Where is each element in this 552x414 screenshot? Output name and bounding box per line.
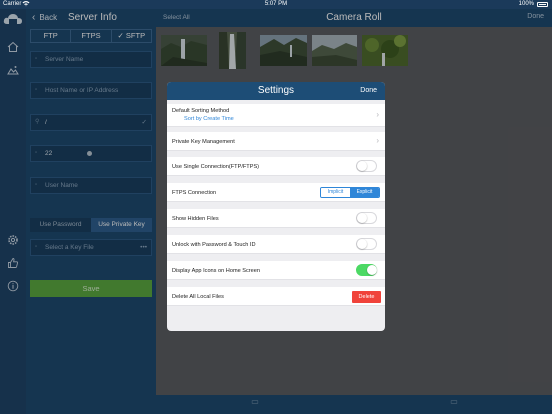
use-password-option[interactable]: Use Password — [30, 218, 91, 232]
auth-method-selector: Use Password Use Private Key — [30, 218, 152, 232]
port-stepper-dot[interactable] — [87, 151, 92, 156]
more-icon[interactable]: ••• — [140, 240, 147, 255]
use-private-key-option[interactable]: Use Private Key — [91, 218, 152, 232]
ftps-explicit-option[interactable]: Explicit — [350, 188, 379, 197]
single-connection-toggle[interactable] — [356, 160, 377, 172]
path-field[interactable]: ⚲ / ✓ — [30, 114, 152, 131]
host-placeholder: Host Name or IP Address — [45, 87, 119, 94]
page-title: Server Info — [68, 12, 117, 23]
display-icons-row: Display App Icons on Home Screen — [167, 261, 385, 280]
battery-percent: 100% — [518, 1, 534, 7]
show-hidden-row: Show Hidden Files — [167, 209, 385, 228]
checkmark-icon: ✓ — [141, 119, 147, 126]
status-bar: Carrier 5:07 PM 100% — [0, 0, 552, 9]
gear-icon[interactable] — [6, 234, 20, 248]
toggle-knob — [357, 239, 367, 249]
home-icon[interactable] — [6, 41, 20, 55]
ftps-connection-row: FTPS Connection Implicit Explicit — [167, 183, 385, 202]
toggle-knob — [357, 213, 367, 223]
username-field[interactable]: ▫ User Name — [30, 177, 152, 194]
clock: 5:07 PM — [264, 1, 288, 7]
port-value: 22 — [45, 150, 53, 157]
settings-dialog: Settings Done Default Sorting Method Sor… — [167, 82, 385, 331]
key-file-field[interactable]: ▫ Select a Key File ••• — [30, 239, 152, 256]
photo-thumbnail[interactable] — [161, 35, 207, 66]
back-button[interactable]: ‹ Back — [32, 12, 57, 23]
settings-done-button[interactable]: Done — [360, 87, 377, 94]
server-name-placeholder: Server Name — [45, 56, 84, 63]
sorting-method-label: Default Sorting Method — [172, 108, 230, 114]
toggle-knob — [357, 161, 367, 171]
show-hidden-label: Show Hidden Files — [172, 216, 219, 222]
toolbar-icon[interactable]: ▭ — [448, 397, 460, 409]
protocol-ftps[interactable]: FTPS — [71, 30, 112, 42]
host-field[interactable]: ▫ Host Name or IP Address — [30, 82, 152, 99]
link-icon: ⚲ — [35, 119, 40, 125]
private-key-label: Private Key Management — [172, 139, 235, 145]
path-value: / — [45, 119, 47, 126]
toggle-knob — [367, 265, 377, 275]
key-icon: ▫ — [35, 244, 38, 250]
ftps-implicit-option[interactable]: Implicit — [321, 188, 350, 197]
chevron-right-icon: › — [376, 136, 379, 145]
protocol-selector: FTP FTPS ✓ SFTP — [30, 29, 152, 43]
unlock-touch-id-row: Unlock with Password & Touch ID — [167, 235, 385, 254]
single-connection-row: Use Single Connection(FTP/FTPS) — [167, 157, 385, 176]
port-field[interactable]: ▫ 22 — [30, 145, 152, 162]
server-info-header: ‹ Back Server Info — [26, 9, 156, 27]
unlock-touch-id-toggle[interactable] — [356, 238, 377, 250]
thumbs-up-icon[interactable] — [6, 257, 20, 271]
chevron-left-icon: ‹ — [32, 12, 36, 23]
ftps-connection-label: FTPS Connection — [172, 190, 217, 196]
battery-icon — [537, 2, 548, 7]
ftps-mode-selector: Implicit Explicit — [320, 187, 380, 198]
field-icon: ▫ — [35, 87, 38, 93]
back-label: Back — [39, 13, 58, 22]
sidebar-rail — [0, 9, 26, 414]
protocol-sftp-label: SFTP — [125, 31, 146, 40]
info-icon[interactable] — [6, 280, 20, 294]
app-logo-icon — [3, 13, 23, 27]
key-file-placeholder: Select a Key File — [45, 244, 94, 251]
field-icon: ▫ — [35, 150, 38, 156]
sorting-method-row[interactable]: Default Sorting Method Sort by Create Ti… — [167, 104, 385, 127]
camera-roll-title: Camera Roll — [326, 12, 382, 23]
camera-roll-done-button[interactable]: Done — [527, 13, 544, 20]
single-connection-label: Use Single Connection(FTP/FTPS) — [172, 164, 260, 170]
settings-title: Settings — [257, 85, 295, 96]
chevron-right-icon: › — [376, 110, 379, 119]
display-icons-toggle[interactable] — [356, 264, 377, 276]
private-key-row[interactable]: Private Key Management › — [167, 132, 385, 151]
delete-local-files-label: Delete All Local Files — [172, 294, 224, 300]
unlock-touch-id-label: Unlock with Password & Touch ID — [172, 242, 256, 248]
toolbar-icon[interactable]: ▭ — [249, 397, 261, 409]
server-name-field[interactable]: ▫ Server Name — [30, 51, 152, 68]
user-icon: ▫ — [35, 182, 38, 188]
settings-header: Settings Done — [167, 82, 385, 100]
photo-thumbnail[interactable] — [219, 32, 246, 69]
bottom-toolbar: ▭ ▭ — [156, 395, 552, 414]
delete-button[interactable]: Delete — [352, 291, 381, 303]
server-info-panel: ‹ Back Server Info FTP FTPS ✓ SFTP ▫ Serve… — [26, 9, 156, 414]
username-placeholder: User Name — [45, 182, 78, 189]
photo-thumbnail[interactable] — [260, 35, 307, 66]
camera-roll-header: Select All Camera Roll Done — [156, 9, 552, 27]
photo-thumbnail[interactable] — [312, 35, 357, 66]
save-button[interactable]: Save — [30, 280, 152, 297]
display-icons-label: Display App Icons on Home Screen — [172, 268, 260, 274]
image-icon[interactable] — [6, 64, 20, 78]
photo-thumbnail[interactable] — [362, 35, 408, 66]
show-hidden-toggle[interactable] — [356, 212, 377, 224]
delete-local-files-row: Delete All Local Files Delete — [167, 287, 385, 306]
protocol-ftp[interactable]: FTP — [31, 30, 72, 42]
field-icon: ▫ — [35, 56, 38, 62]
protocol-sftp[interactable]: ✓ SFTP — [112, 30, 151, 42]
sorting-method-value: Sort by Create Time — [184, 116, 234, 122]
checkmark-icon: ✓ — [117, 31, 126, 40]
